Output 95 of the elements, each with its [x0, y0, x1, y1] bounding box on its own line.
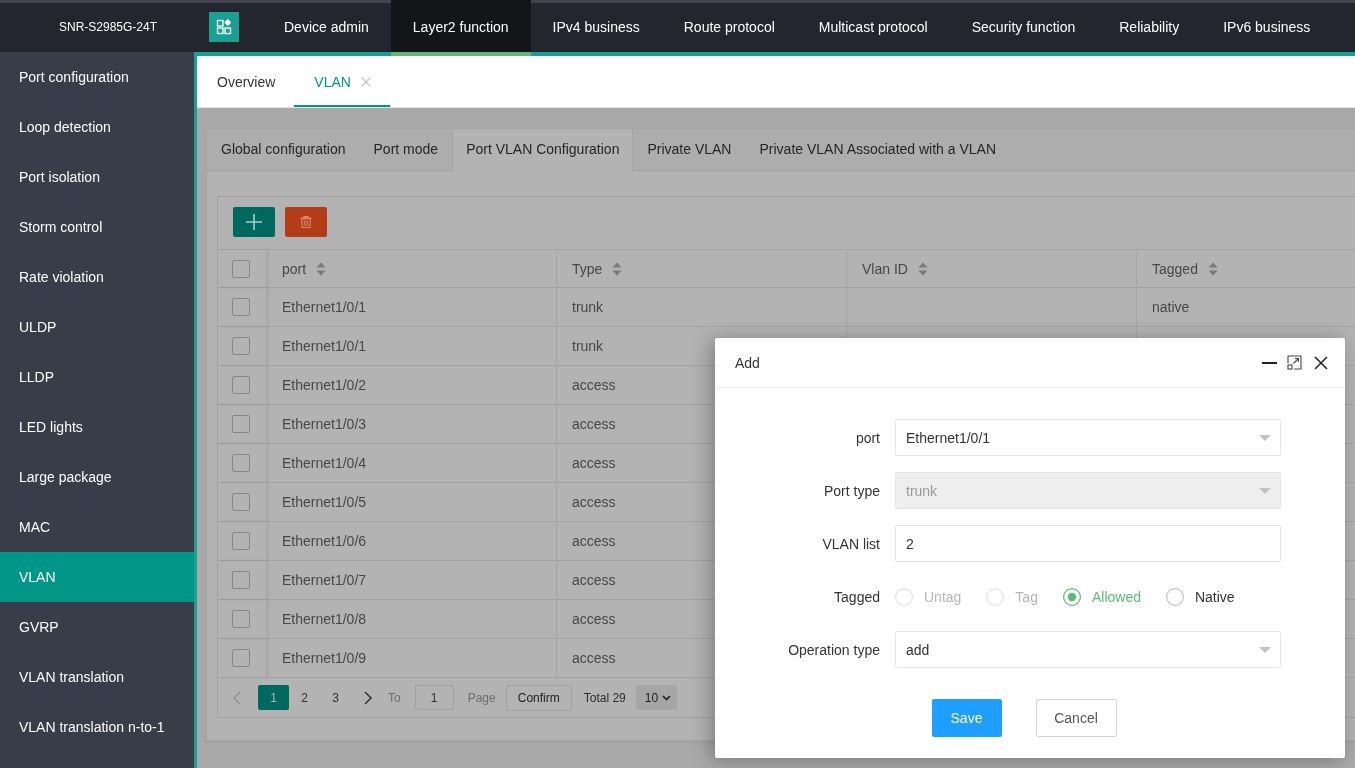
- table-cell: access: [572, 572, 616, 588]
- table-cell: access: [572, 611, 616, 627]
- maximize-icon[interactable]: [1287, 355, 1302, 370]
- sidebar-item[interactable]: LLDP: [0, 352, 194, 402]
- table-cell: trunk: [572, 299, 604, 315]
- device-model-label: SNR-S2985G-24T: [58, 20, 157, 34]
- dialog-title: Add: [735, 354, 760, 371]
- sidebar-item[interactable]: Loop detection: [0, 102, 194, 152]
- config-tab[interactable]: Private VLAN Associated with a VLAN: [745, 129, 1011, 171]
- page-size-select[interactable]: 10: [635, 685, 677, 710]
- field-label: VLAN list: [822, 535, 880, 552]
- add-button[interactable]: [233, 207, 275, 237]
- nav-tab[interactable]: Layer2 function: [390, 0, 531, 56]
- minimize-icon[interactable]: [1262, 361, 1277, 364]
- chevron-right-icon[interactable]: [364, 690, 372, 705]
- total-count: Total 29: [583, 690, 626, 705]
- table-cell: access: [572, 494, 616, 510]
- select-all-checkbox[interactable]: [232, 259, 250, 278]
- apps-grid-icon[interactable]: [209, 12, 239, 42]
- table-cell: native: [1152, 299, 1190, 315]
- table-cell: trunk: [572, 338, 604, 354]
- page-number[interactable]: 3: [320, 685, 351, 710]
- row-checkbox[interactable]: [232, 532, 250, 550]
- row-checkbox[interactable]: [232, 649, 250, 667]
- column-header[interactable]: port: [267, 250, 557, 287]
- row-checkbox[interactable]: [232, 493, 250, 511]
- row-checkbox[interactable]: [232, 454, 250, 472]
- table-cell: access: [572, 455, 616, 471]
- table-cell: Ethernet1/0/7: [282, 572, 367, 588]
- text-field[interactable]: 2: [895, 525, 1281, 562]
- sidebar-item[interactable]: LED lights: [0, 402, 194, 452]
- delete-button[interactable]: [285, 207, 327, 237]
- table-cell: access: [572, 416, 616, 432]
- row-checkbox[interactable]: [232, 415, 250, 433]
- table-cell: Ethernet1/0/2: [282, 377, 367, 393]
- sidebar-item[interactable]: Large package: [0, 452, 194, 502]
- page-input[interactable]: 1: [414, 685, 454, 710]
- table-cell: Ethernet1/0/5: [282, 494, 367, 510]
- plus-icon: [246, 214, 262, 230]
- sidebar-item[interactable]: VLAN: [0, 552, 194, 602]
- table-cell: Ethernet1/0/4: [282, 455, 367, 471]
- select-field[interactable]: add: [895, 631, 1281, 668]
- config-tab[interactable]: Private VLAN: [633, 129, 746, 171]
- column-header[interactable]: Tagged: [1137, 250, 1355, 287]
- table-cell: Ethernet1/0/1: [282, 299, 367, 315]
- sidebar-item[interactable]: Port isolation: [0, 152, 194, 202]
- field-label: Operation type: [788, 641, 880, 658]
- cancel-button[interactable]: Cancel: [1035, 699, 1117, 737]
- table-cell: Ethernet1/0/6: [282, 533, 367, 549]
- row-checkbox[interactable]: [232, 571, 250, 589]
- table-cell: Ethernet1/0/8: [282, 611, 367, 627]
- config-tab[interactable]: Port mode: [359, 129, 453, 171]
- caret-icon: [1259, 487, 1271, 494]
- row-checkbox[interactable]: [232, 376, 250, 394]
- column-header[interactable]: Vlan ID: [847, 250, 1137, 287]
- config-tab[interactable]: Global configuration: [207, 129, 360, 171]
- table-cell: Ethernet1/0/1: [282, 338, 367, 354]
- caret-icon: [1259, 646, 1271, 653]
- table-cell: Ethernet1/0/9: [282, 650, 367, 666]
- table-cell: access: [572, 650, 616, 666]
- sidebar-item[interactable]: VLAN translation: [0, 652, 194, 702]
- radio-option[interactable]: Native: [1165, 587, 1235, 606]
- table-cell: Ethernet1/0/3: [282, 416, 367, 432]
- config-tab[interactable]: Port VLAN Configuration: [452, 129, 634, 171]
- sidebar-item[interactable]: VLAN translation n-to-1: [0, 702, 194, 752]
- sidebar-item[interactable]: Rate violation: [0, 252, 194, 302]
- sort-icon[interactable]: [917, 261, 928, 276]
- caret-icon: [662, 694, 672, 701]
- sidebar-item[interactable]: GVRP: [0, 602, 194, 652]
- goto-label: To: [388, 690, 401, 705]
- sidebar-item[interactable]: Port configuration: [0, 52, 194, 102]
- page-tab[interactable]: VLAN: [294, 56, 390, 107]
- sort-icon[interactable]: [612, 261, 623, 276]
- table-cell: access: [572, 533, 616, 549]
- field-label: port: [855, 429, 880, 446]
- row-checkbox[interactable]: [232, 337, 250, 355]
- row-checkbox[interactable]: [232, 610, 250, 628]
- confirm-button[interactable]: Confirm: [505, 684, 572, 711]
- trash-icon: [300, 216, 312, 228]
- field-label: Port type: [823, 482, 880, 499]
- page-label: Page: [467, 690, 496, 705]
- sidebar-item[interactable]: Storm control: [0, 202, 194, 252]
- table-cell: access: [572, 377, 616, 393]
- sort-icon[interactable]: [1207, 261, 1218, 276]
- sort-icon[interactable]: [316, 261, 327, 276]
- column-header[interactable]: Type: [557, 250, 847, 287]
- caret-icon: [1259, 434, 1271, 441]
- sidebar-item[interactable]: MAC: [0, 502, 194, 552]
- page-number[interactable]: 2: [289, 685, 320, 710]
- sidebar-item[interactable]: ULDP: [0, 302, 194, 352]
- close-icon[interactable]: [1314, 355, 1328, 370]
- page-tab[interactable]: Overview: [197, 56, 295, 107]
- row-checkbox[interactable]: [232, 298, 250, 316]
- field-label: Tagged: [834, 588, 880, 605]
- select-field[interactable]: Ethernet1/0/1: [895, 419, 1281, 456]
